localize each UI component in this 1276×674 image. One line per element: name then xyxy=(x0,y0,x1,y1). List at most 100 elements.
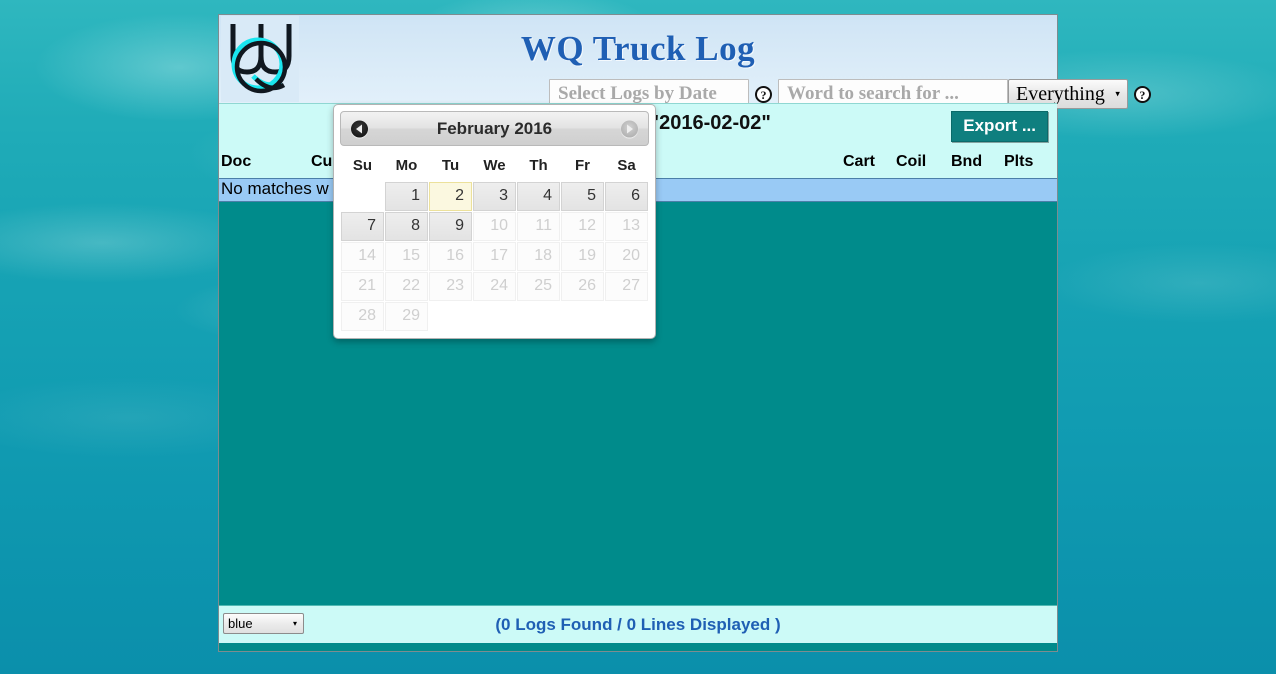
datepicker-day-cell: 20 xyxy=(605,242,648,271)
datepicker-day-cell: 1 xyxy=(385,182,428,211)
datepicker-day-2[interactable]: 2 xyxy=(429,182,472,211)
datepicker-day-4[interactable]: 4 xyxy=(517,182,560,211)
datepicker-day-cell xyxy=(517,302,560,331)
column-header-coil[interactable]: Coil xyxy=(896,153,926,171)
datepicker-day-25: 25 xyxy=(517,272,560,301)
datepicker-day-cell: 12 xyxy=(561,212,604,241)
datepicker-day-cell: 9 xyxy=(429,212,472,241)
weekday-su: Su xyxy=(352,157,373,174)
datepicker-day-26: 26 xyxy=(561,272,604,301)
weekday-tu: Tu xyxy=(441,157,460,174)
datepicker-day-cell xyxy=(473,302,516,331)
datepicker-day-10: 10 xyxy=(473,212,516,241)
datepicker-day-cell: 28 xyxy=(341,302,384,331)
datepicker-day-6[interactable]: 6 xyxy=(605,182,648,211)
datepicker-month-title: February 2016 xyxy=(436,118,553,138)
datepicker-day-13: 13 xyxy=(605,212,648,241)
datepicker-day-cell: 2 xyxy=(429,182,472,211)
datepicker-day-cell xyxy=(341,182,384,211)
datepicker-day-empty xyxy=(429,302,472,331)
datepicker-day-cell: 13 xyxy=(605,212,648,241)
datepicker-day-empty xyxy=(473,302,516,331)
datepicker-day-cell: 27 xyxy=(605,272,648,301)
datepicker-day-cell: 14 xyxy=(341,242,384,271)
column-header-cart[interactable]: Cart xyxy=(843,153,875,171)
datepicker-day-29: 29 xyxy=(385,302,428,331)
page-title: WQ Truck Log xyxy=(520,29,756,68)
datepicker-day-cell: 22 xyxy=(385,272,428,301)
datepicker-week-row: 21 22 23 24 25 26 27 xyxy=(341,272,648,301)
datepicker-day-20: 20 xyxy=(605,242,648,271)
datepicker-day-cell: 4 xyxy=(517,182,560,211)
datepicker-day-cell: 25 xyxy=(517,272,560,301)
datepicker-day-5[interactable]: 5 xyxy=(561,182,604,211)
datepicker-day-empty xyxy=(605,302,648,331)
datepicker-day-7[interactable]: 7 xyxy=(341,212,384,241)
datepicker-day-11: 11 xyxy=(517,212,560,241)
scope-help-icon[interactable]: ? xyxy=(1133,85,1151,103)
datepicker-day-19: 19 xyxy=(561,242,604,271)
datepicker-day-14: 14 xyxy=(341,242,384,271)
datepicker-week-row: 123456 xyxy=(341,182,648,211)
datepicker-header: February 2016 xyxy=(340,111,649,146)
datepicker-day-cell: 6 xyxy=(605,182,648,211)
datepicker-day-18: 18 xyxy=(517,242,560,271)
datepicker-day-empty xyxy=(561,302,604,331)
datepicker-day-8[interactable]: 8 xyxy=(385,212,428,241)
column-header-doc[interactable]: Doc xyxy=(221,153,251,171)
datepicker-day-cell: 3 xyxy=(473,182,516,211)
weekday-sa: Sa xyxy=(617,157,636,174)
datepicker-day-cell: 23 xyxy=(429,272,472,301)
datepicker-day-cell: 10 xyxy=(473,212,516,241)
column-header-cu[interactable]: Cu xyxy=(311,153,332,171)
datepicker-day-cell: 11 xyxy=(517,212,560,241)
datepicker-day-16: 16 xyxy=(429,242,472,271)
weekday-mo: Mo xyxy=(395,157,418,174)
date-help-icon[interactable]: ? xyxy=(755,85,772,103)
datepicker-day-3[interactable]: 3 xyxy=(473,182,516,211)
column-header-plts[interactable]: Plts xyxy=(1004,153,1033,171)
datepicker-day-cell: 24 xyxy=(473,272,516,301)
datepicker-day-15: 15 xyxy=(385,242,428,271)
datepicker-day-cell: 21 xyxy=(341,272,384,301)
datepicker-day-9[interactable]: 9 xyxy=(429,212,472,241)
column-header-bnd[interactable]: Bnd xyxy=(951,153,982,171)
export-button[interactable]: Export ... xyxy=(951,111,1048,142)
datepicker-day-cell: 16 xyxy=(429,242,472,271)
datepicker-day-cell: 17 xyxy=(473,242,516,271)
prev-month-icon[interactable] xyxy=(351,120,368,137)
datepicker-day-cell: 7 xyxy=(341,212,384,241)
app-header: WQ Truck Log ? Everything ▾ ? xyxy=(219,15,1151,109)
status-text: (0 Logs Found / 0 Lines Displayed ) xyxy=(495,615,781,634)
next-month-icon[interactable] xyxy=(621,120,638,137)
weekday-fr: Fr xyxy=(575,157,590,174)
datepicker-day-27: 27 xyxy=(605,272,648,301)
datepicker-day-1[interactable]: 1 xyxy=(385,182,428,211)
datepicker-day-17: 17 xyxy=(473,242,516,271)
datepicker-calendar-grid: Su Mo Tu We Th Fr Sa 1 2 3 4 5 6 7 8 9 10 11 12 13 14… xyxy=(340,150,649,332)
datepicker-popup: February 2016 Su Mo Tu We Th Fr Sa 12345… xyxy=(333,104,656,339)
weekday-th: Th xyxy=(529,157,548,174)
datepicker-day-cell: 5 xyxy=(561,182,604,211)
datepicker-day-24: 24 xyxy=(473,272,516,301)
datepicker-day-cell: 29 xyxy=(385,302,428,331)
datepicker-weekday-row: Su Mo Tu We Th Fr Sa xyxy=(341,151,648,181)
datepicker-day-cell: 26 xyxy=(561,272,604,301)
app-footer: blue ▾ (0 Logs Found / 0 Lines Displayed… xyxy=(219,605,1057,643)
datepicker-day-cell xyxy=(605,302,648,331)
datepicker-day-empty xyxy=(517,302,560,331)
datepicker-day-cell: 18 xyxy=(517,242,560,271)
datepicker-day-22: 22 xyxy=(385,272,428,301)
datepicker-day-empty xyxy=(341,182,384,211)
datepicker-day-cell xyxy=(429,302,472,331)
datepicker-day-12: 12 xyxy=(561,212,604,241)
datepicker-week-row: 28 29 xyxy=(341,302,648,331)
datepicker-day-cell: 15 xyxy=(385,242,428,271)
datepicker-day-28: 28 xyxy=(341,302,384,331)
datepicker-week-row: 7 8 9 10 11 12 13 xyxy=(341,212,648,241)
app-window: WQ Truck Log ? Everything ▾ ? Truck Logs… xyxy=(218,14,1151,652)
datepicker-day-cell: 19 xyxy=(561,242,604,271)
datepicker-weeks: 1 2 3 4 5 6 7 8 9 10 11 12 13 14 15 16 17 18 19 20 21 22 23 24 2… xyxy=(341,182,648,331)
datepicker-week-row: 14 15 16 17 18 19 20 xyxy=(341,242,648,271)
datepicker-day-21: 21 xyxy=(341,272,384,301)
